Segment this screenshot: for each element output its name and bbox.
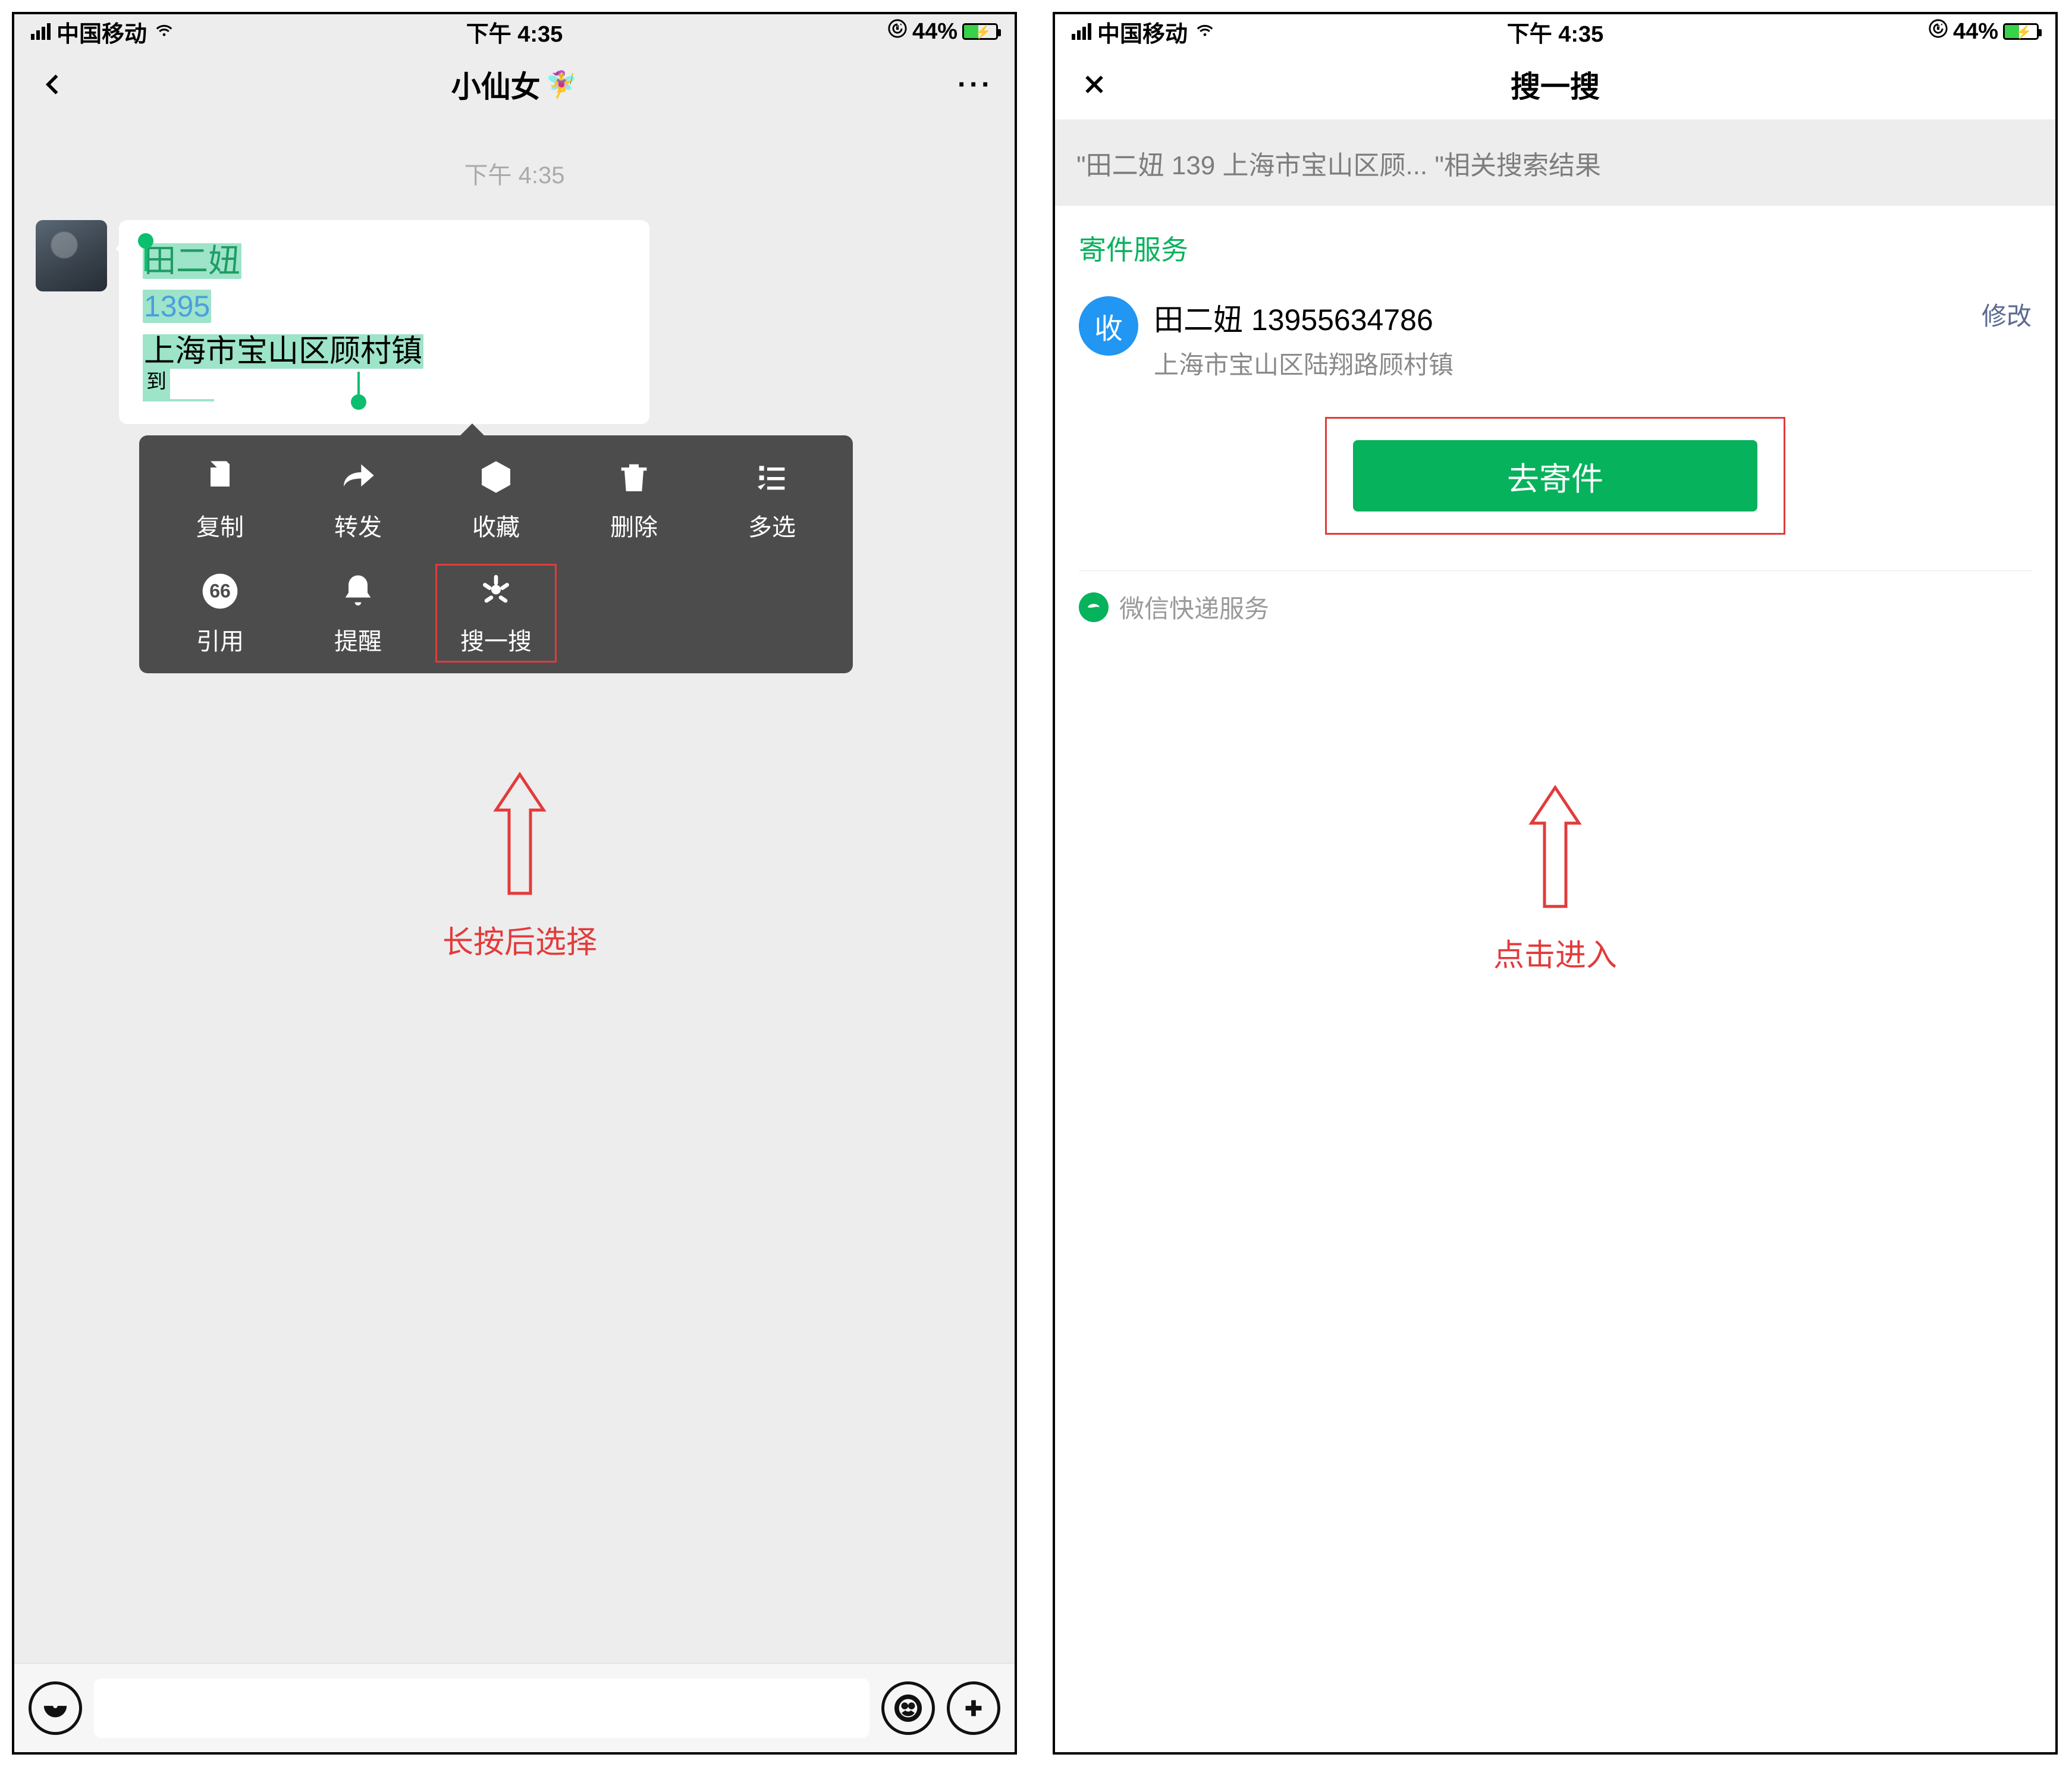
status-time: 下午 4:35 (353, 15, 676, 48)
recipient-name: 田二妞 13955634786 (1154, 296, 1966, 339)
msg-tail: 到 (143, 368, 170, 399)
ctx-forward-label: 转发 (334, 508, 382, 542)
ctx-search-label: 搜一搜 (460, 622, 532, 657)
context-menu-arrow-icon (460, 412, 484, 435)
annotation-left-label: 长按后选择 (442, 917, 597, 962)
fairy-emoji-icon: 🧚‍♀️ (545, 69, 578, 100)
wifi-icon (1194, 17, 1216, 46)
wifi-icon (153, 17, 175, 46)
ctx-search[interactable]: 搜一搜 (427, 572, 565, 657)
battery-pct: 44% (912, 19, 957, 45)
battery-pct: 44% (1953, 19, 1998, 45)
ctx-favorite[interactable]: 收藏 (427, 458, 565, 542)
chat-nav-bar: 小仙女 🧚‍♀️ ··· (14, 49, 1015, 120)
msg-line-phone: 1395 (143, 290, 211, 323)
up-arrow-icon (484, 768, 555, 899)
msg-line-address: 上海市宝山区顾村镇 (143, 334, 423, 369)
annotation-left: 长按后选择 (442, 768, 597, 962)
ship-button[interactable]: 去寄件 (1353, 440, 1757, 511)
back-button[interactable] (36, 71, 71, 98)
chat-title: 小仙女 🧚‍♀️ (14, 63, 1015, 106)
ctx-remind[interactable]: 提醒 (289, 572, 427, 657)
ctx-quote-label: 引用 (196, 622, 244, 657)
phone-right-search: 中国移动 下午 4:35 44% ⚡ 搜一搜 "田二妞 139 上海市宝山区顾.… (1053, 12, 2058, 1755)
message-row: 田二妞 1395 上海市宝山区顾村镇 到 (14, 220, 1015, 424)
up-arrow-icon (1520, 782, 1591, 912)
ctx-copy[interactable]: 复制 (151, 458, 289, 542)
msg-line-name: 田二妞 (143, 243, 241, 279)
context-menu: 复制 转发 收藏 删除 多选 6 (139, 412, 853, 673)
carrier-label: 中国移动 (1097, 15, 1188, 48)
ctx-copy-label: 复制 (196, 508, 244, 542)
ctx-favorite-label: 收藏 (472, 508, 520, 542)
annotation-right-label: 点击进入 (1493, 930, 1617, 975)
chat-input-bar (14, 1663, 1015, 1752)
phone-left-chat: 中国移动 下午 4:35 44% ⚡ 小仙女 🧚‍♀️ ··· 下午 4:35 (12, 12, 1017, 1755)
message-bubble[interactable]: 田二妞 1395 上海市宝山区顾村镇 到 (119, 220, 649, 424)
provider-label: 微信快递服务 (1119, 589, 1269, 625)
shipping-section: 寄件服务 收 田二妞 13955634786 上海市宝山区陆翔路顾村镇 修改 去… (1055, 206, 2055, 649)
more-button[interactable]: ··· (957, 68, 993, 101)
search-summary: "田二妞 139 上海市宝山区顾... "相关搜索结果 (1055, 120, 2055, 206)
message-input[interactable] (94, 1678, 869, 1738)
ctx-forward[interactable]: 转发 (289, 458, 427, 542)
plus-button[interactable] (947, 1681, 1000, 1735)
ctx-multiselect[interactable]: 多选 (703, 458, 841, 542)
rotation-lock-icon (1928, 18, 1948, 45)
signal-icon (31, 23, 51, 40)
signal-icon (1072, 23, 1091, 40)
chat-title-text: 小仙女 (451, 63, 541, 106)
section-title: 寄件服务 (1055, 206, 2055, 284)
provider-icon (1079, 592, 1109, 622)
ctx-quote[interactable]: 66 引用 (151, 572, 289, 657)
ship-button-highlight: 去寄件 (1325, 417, 1785, 535)
recipient-address: 上海市宝山区陆翔路顾村镇 (1154, 345, 1966, 381)
recipient-badge: 收 (1079, 296, 1138, 356)
rotation-lock-icon (887, 18, 908, 45)
ctx-multiselect-label: 多选 (748, 508, 796, 542)
status-time: 下午 4:35 (1394, 15, 1716, 48)
recipient-row[interactable]: 收 田二妞 13955634786 上海市宝山区陆翔路顾村镇 修改 (1055, 284, 2055, 387)
search-nav-bar: 搜一搜 (1055, 49, 2055, 120)
chat-area: 下午 4:35 田二妞 1395 上海市宝山区顾村镇 到 (14, 120, 1015, 1663)
svg-text:66: 66 (209, 580, 231, 602)
close-button[interactable] (1076, 71, 1112, 98)
ctx-delete[interactable]: 删除 (565, 458, 703, 542)
voice-button[interactable] (29, 1681, 82, 1735)
status-bar: 中国移动 下午 4:35 44% ⚡ (14, 14, 1015, 49)
battery-icon: ⚡ (962, 23, 998, 40)
carrier-label: 中国移动 (56, 15, 147, 48)
edit-link[interactable]: 修改 (1982, 296, 2032, 332)
emoji-button[interactable] (881, 1681, 935, 1735)
search-title-text: 搜一搜 (1511, 63, 1600, 106)
provider-row[interactable]: 微信快递服务 (1055, 571, 2055, 649)
battery-icon: ⚡ (2003, 23, 2039, 40)
chat-timestamp: 下午 4:35 (14, 156, 1015, 190)
ctx-remind-label: 提醒 (334, 622, 382, 657)
redacted-block (423, 340, 626, 367)
redacted-block (211, 295, 366, 322)
avatar[interactable] (36, 220, 107, 291)
selection-handle-end-icon[interactable] (351, 394, 366, 410)
annotation-right: 点击进入 (1493, 782, 1617, 975)
search-title: 搜一搜 (1055, 63, 2055, 106)
ctx-delete-label: 删除 (610, 508, 658, 542)
status-bar: 中国移动 下午 4:35 44% ⚡ (1055, 14, 2055, 49)
selection-handle-start-icon[interactable] (138, 233, 153, 249)
